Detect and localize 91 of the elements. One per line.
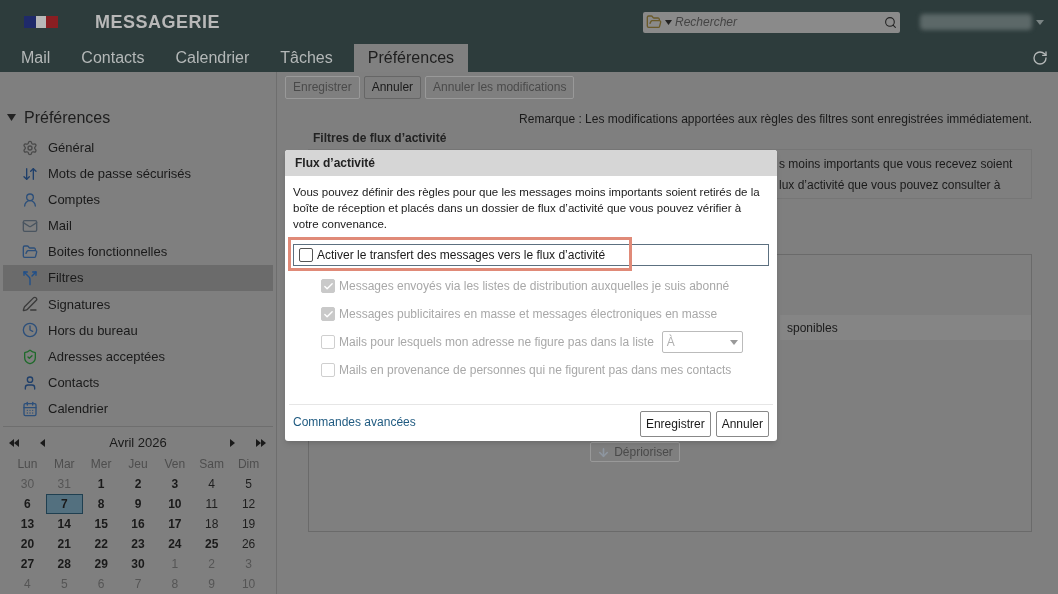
calendar-day[interactable]: 23 — [119, 534, 157, 554]
calendar-day[interactable]: 27 — [9, 554, 46, 574]
nav-tab[interactable]: Calendrier — [165, 44, 260, 72]
person-icon — [22, 374, 38, 391]
previous-month-icon[interactable] — [40, 438, 46, 448]
calendar-day[interactable]: 15 — [82, 514, 120, 534]
dialog-title: Flux d’activité — [295, 155, 376, 172]
option-label: Messages envoyés via les listes de distribution auxquelles je suis abonné — [339, 278, 730, 295]
dialog-button[interactable]: Enregistrer — [639, 411, 711, 437]
option-label: Mails pour lesquels mon adresse ne figure pas dans la liste — [339, 334, 654, 351]
sidebar-item[interactable]: Contacts — [3, 369, 273, 396]
next-month-icon[interactable] — [230, 438, 236, 448]
person-icon — [22, 191, 38, 208]
nav-tab[interactable]: Tâches — [270, 44, 343, 72]
calendar-day[interactable]: 2 — [119, 474, 157, 494]
last-month-icon[interactable] — [256, 438, 267, 448]
intro-text: lux d’activité que vous pouvez consulter à — [779, 176, 1002, 194]
search-input[interactable]: Rechercher — [675, 13, 881, 31]
split-arrow-icon — [22, 270, 38, 287]
option-label: Mails en provenance de personnes qui ne figurent pas dans mes contacts — [339, 362, 732, 379]
calendar-day[interactable]: 24 — [156, 534, 194, 554]
sidebar-item[interactable]: Signatures — [3, 291, 273, 318]
calendar-day[interactable]: 19 — [230, 514, 267, 534]
calendar-day[interactable]: 6 — [9, 494, 46, 514]
toolbar-button[interactable]: Annuler — [363, 75, 422, 99]
refresh-icon[interactable] — [1032, 50, 1048, 66]
sidebar-item[interactable]: Mots de passe sécurisés — [3, 160, 273, 187]
enable-row[interactable]: Activer le transfert des messages vers le flux d’activité — [293, 244, 769, 266]
calendar-day[interactable]: 17 — [156, 514, 194, 534]
calendar-day[interactable]: 25 — [193, 534, 231, 554]
calendar-day[interactable]: 16 — [119, 514, 157, 534]
calendar-day[interactable]: 21 — [45, 534, 83, 554]
search-box[interactable]: Rechercher — [643, 11, 900, 33]
list-header: sponibles — [780, 315, 1031, 340]
calendar-day[interactable]: 14 — [45, 514, 83, 534]
calendar-day[interactable]: 7 — [45, 494, 83, 514]
calendar-day[interactable]: 20 — [9, 534, 46, 554]
calendar-day[interactable]: 29 — [82, 554, 120, 574]
nav-tab[interactable]: Mail — [11, 44, 61, 72]
calendar-day[interactable]: 3 — [156, 474, 194, 494]
search-icon[interactable] — [884, 15, 897, 29]
calendar-day[interactable]: 30 — [119, 554, 157, 574]
down-arrow-icon — [597, 445, 611, 459]
checkbox[interactable] — [299, 248, 313, 262]
section-title: Filtres de flux d’activité — [313, 130, 447, 147]
calendar-day[interactable]: 8 — [82, 494, 120, 514]
month-title: Avril 2026 — [108, 434, 168, 453]
nav-tab[interactable]: Contacts — [71, 44, 155, 72]
calendar-day[interactable]: 9 — [119, 494, 157, 514]
flag-logo — [24, 16, 58, 28]
calendar-day[interactable]: 11 — [193, 494, 231, 514]
expand-triangle-icon[interactable] — [7, 113, 16, 123]
app-title: MESSAGERIE — [95, 10, 221, 34]
option-label: Messages publicitaires en masse et messages électroniques en masse — [339, 306, 718, 323]
sidebar-item[interactable]: Hors du bureau — [3, 317, 273, 344]
caret-icon[interactable] — [1036, 19, 1044, 25]
calendar-day[interactable]: 5 — [230, 474, 267, 494]
calendar-day[interactable]: 28 — [45, 554, 83, 574]
calendar-day[interactable]: 13 — [9, 514, 46, 534]
calendar-day[interactable]: 12 — [230, 494, 267, 514]
intro-text: s moins importants que vous recevez soient — [779, 155, 1014, 173]
calendar-day[interactable]: 10 — [156, 494, 194, 514]
sidebar-item[interactable]: Boites fonctionnelles — [3, 239, 273, 266]
dialog-button[interactable]: Annuler — [715, 411, 769, 437]
nav-tab[interactable]: Préférences — [353, 44, 469, 72]
calendar-icon — [22, 400, 38, 417]
arrows-icon — [22, 165, 38, 182]
caret-icon[interactable] — [729, 339, 738, 345]
calendar-day[interactable]: 1 — [82, 474, 120, 494]
first-month-icon[interactable] — [9, 438, 20, 448]
envelope-icon — [22, 217, 38, 234]
clock-icon — [22, 322, 38, 339]
sidebar-item[interactable]: Filtres — [3, 265, 273, 292]
calendar-day[interactable]: 26 — [230, 534, 267, 554]
sidebar-item[interactable]: Général — [3, 134, 273, 161]
caret-icon[interactable] — [665, 19, 672, 25]
calendar-day[interactable]: 22 — [82, 534, 120, 554]
calendar-day[interactable]: 4 — [193, 474, 231, 494]
folder-icon — [22, 244, 38, 261]
gear-icon — [22, 139, 38, 156]
advanced-commands-link[interactable]: Commandes avancées — [293, 413, 416, 431]
pen-icon — [22, 296, 38, 313]
calendar-day[interactable]: 18 — [193, 514, 231, 534]
sidebar-item[interactable]: Comptes — [3, 186, 273, 213]
sidebar-item[interactable]: Calendrier — [3, 395, 273, 422]
sidebar-item[interactable]: Adresses acceptées — [3, 343, 273, 370]
sidebar-item[interactable]: Mail — [3, 212, 273, 239]
dialog-description: Vous pouvez définir des règles pour que les messages moins importants soient retirés de la boîte de réception et placés dans un dossier de flux d’activité que vous pouvez vérifier à votre convenance. — [292, 185, 761, 232]
sidebar-title: Préférences — [24, 107, 111, 128]
note-text: Remarque : Les modifications apportées aux règles des filtres sont enregistrées immédiatement. — [519, 111, 1032, 128]
shield-check-icon — [22, 348, 38, 365]
